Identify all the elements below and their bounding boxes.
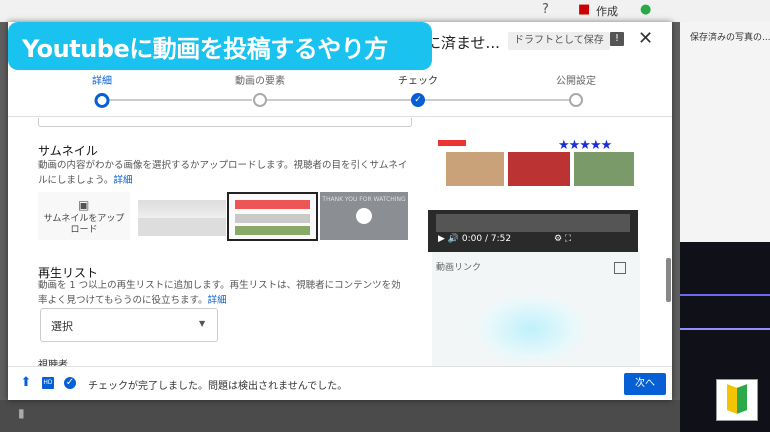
- avatar-icon[interactable]: ●: [640, 2, 651, 17]
- check-icon: ✓: [64, 377, 76, 389]
- player-controls: ▶ 🔊 0:00 / 7:52 ⚙ ⛶: [438, 234, 571, 244]
- hd-icon: HD: [42, 377, 54, 389]
- help-icon[interactable]: ?: [542, 2, 549, 17]
- thumb3-circle: [356, 208, 372, 224]
- thumbnail-desc-text: 動画の内容がわかる画像を選択するかアップロードします。視聴者の目を引くサムネイル…: [38, 160, 408, 186]
- play-icon[interactable]: ▶: [438, 234, 445, 244]
- thumbnail-option-1[interactable]: [138, 192, 226, 240]
- step-details-label[interactable]: 詳細: [92, 72, 112, 87]
- create-video-icon[interactable]: ■: [578, 2, 590, 17]
- next-button[interactable]: 次へ: [624, 373, 666, 395]
- preview-tile: [508, 152, 570, 186]
- preview-tile: [446, 152, 504, 186]
- save-draft-button[interactable]: ドラフトとして保存: [508, 32, 610, 50]
- playlist-select[interactable]: 選択 ▼: [40, 308, 218, 342]
- comment-icon: ▮: [18, 406, 25, 420]
- copy-icon[interactable]: [614, 262, 626, 274]
- thumbnail-title: サムネイル: [38, 144, 98, 158]
- video-player[interactable]: ▶ 🔊 0:00 / 7:52 ⚙ ⛶: [428, 210, 638, 252]
- step-visibility-dot[interactable]: [569, 93, 583, 107]
- playlist-select-value: 選択: [51, 320, 73, 333]
- check-status-message: チェックが完了しました。問題は検出されませんでした。: [88, 381, 348, 392]
- step-connector: [102, 99, 252, 101]
- thumbnail-option-2-selected[interactable]: [227, 192, 318, 241]
- step-check-label[interactable]: チェック: [398, 72, 438, 87]
- preview-tile: [574, 152, 634, 186]
- banner-text: Youtubeに動画を投稿するやり方: [22, 35, 388, 63]
- link-blur: [476, 294, 586, 364]
- upload-status-icon: ⬆: [20, 375, 32, 390]
- beginner-mark-left: [727, 384, 737, 414]
- step-connector: [262, 99, 412, 101]
- stepper: 詳細 動画の要素 チェック 公開設定 ✓: [8, 66, 672, 117]
- thumb-strip: [235, 214, 310, 223]
- video-link-label: 動画リンク: [436, 263, 482, 273]
- step-check-dot[interactable]: ✓: [411, 93, 425, 107]
- thumb3-text: THANK YOU FOR WATCHING: [322, 196, 406, 203]
- alert-icon[interactable]: !: [610, 32, 624, 46]
- wallpaper-stripe: [680, 294, 770, 296]
- upload-thumbnail-label: サムネイルをアップロード: [43, 214, 125, 235]
- youtube-logo: [438, 140, 466, 146]
- beginner-mark-logo: [716, 379, 758, 421]
- step-elements-label[interactable]: 動画の要素: [235, 72, 285, 87]
- create-label[interactable]: 作成: [596, 3, 618, 19]
- dialog-footer: ⬆ HD ✓ チェックが完了しました。問題は検出されませんでした。 次へ: [8, 366, 672, 400]
- video-preview[interactable]: ★★★★★ ▶ 🔊 0:00 / 7:52 ⚙ ⛶: [428, 134, 638, 252]
- description-box[interactable]: [38, 118, 412, 127]
- side-panel: 保存済みの写真の...: [680, 22, 770, 242]
- upload-thumbnail-button[interactable]: ▣ サムネイルをアップロード: [38, 192, 130, 240]
- details-form: サムネイル 動画の内容がわかる画像を選択するかアップロードします。視聴者の目を引…: [38, 118, 413, 371]
- thumbnail-options: ▣ サムネイルをアップロード THANK YOU FOR WATCHING: [38, 192, 413, 242]
- thumbnail-description: 動画の内容がわかる画像を選択するかアップロードします。視聴者の目を引くサムネイル…: [38, 158, 410, 188]
- wallpaper-stripe: [680, 328, 770, 330]
- step-visibility-label[interactable]: 公開設定: [556, 72, 596, 87]
- background-bottom-area: ▮: [0, 400, 680, 432]
- volume-icon[interactable]: 🔊: [448, 234, 459, 244]
- settings-icon[interactable]: ⚙: [554, 234, 562, 244]
- chevron-down-icon: ▼: [199, 319, 206, 328]
- fullscreen-icon[interactable]: ⛶: [565, 234, 571, 244]
- thumb-strip: [235, 226, 310, 235]
- rating-stars: ★★★★★: [558, 138, 612, 153]
- scrollbar[interactable]: [666, 258, 671, 302]
- playlist-description: 動画を 1 つ以上の再生リストに追加します。再生リストは、視聴者にコンテンツを効…: [38, 278, 410, 308]
- close-icon[interactable]: ✕: [638, 28, 653, 49]
- dialog-title: に済ませ...: [426, 34, 500, 52]
- playlist-learn-more-link[interactable]: 詳細: [208, 295, 227, 306]
- image-plus-icon: ▣: [78, 198, 90, 212]
- upload-dialog: に済ませ... ドラフトとして保存 ! ✕ 詳細 動画の要素 チェック 公開設定…: [8, 22, 672, 400]
- tutorial-title-banner: Youtubeに動画を投稿するやり方: [8, 22, 432, 70]
- browser-top-bar: ? ■ 作成 ●: [0, 0, 770, 22]
- step-elements-dot[interactable]: [253, 93, 267, 107]
- thumb-strip: [235, 200, 310, 209]
- beginner-mark-right: [737, 384, 747, 414]
- thumbnail-learn-more-link[interactable]: 詳細: [113, 175, 132, 186]
- saved-item-text[interactable]: 保存済みの写真の...: [690, 30, 770, 43]
- thumbnail-option-3[interactable]: THANK YOU FOR WATCHING: [320, 192, 408, 240]
- time-readout: 0:00 / 7:52: [461, 234, 512, 244]
- step-details-dot[interactable]: [94, 93, 110, 108]
- player-strip: [436, 214, 630, 232]
- step-connector: [422, 99, 572, 101]
